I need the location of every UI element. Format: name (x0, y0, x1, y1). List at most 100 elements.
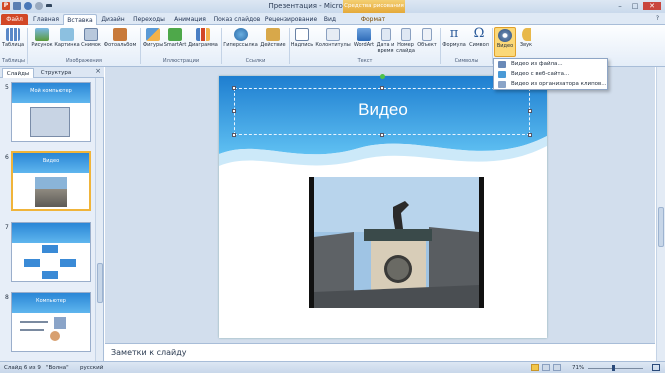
window-title: Презентация - Microsoft PowerPoint (268, 2, 397, 10)
tab-file[interactable]: Файл (1, 14, 28, 25)
photoalbum-button[interactable]: Фотоальбом (103, 27, 137, 57)
film-reel-icon (498, 29, 512, 42)
scrollbar-thumb[interactable] (658, 207, 664, 247)
photoalbum-icon (113, 28, 127, 41)
hyperlink-button[interactable]: Гиперссылка (223, 27, 258, 57)
tab-animations[interactable]: Анимация (170, 14, 210, 25)
notes-placeholder[interactable]: Заметки к слайду (111, 348, 186, 357)
reading-view-icon[interactable] (553, 364, 561, 371)
minimize-button[interactable]: – (613, 2, 627, 10)
shapes-button[interactable]: Фигуры (143, 27, 163, 57)
smartart-button[interactable]: SmartArt (164, 27, 186, 57)
headerfooter-label: Колонтитулы (315, 42, 351, 48)
picture-label: Рисунок (31, 42, 53, 48)
wordart-icon (357, 28, 371, 41)
zoom-slider-thumb[interactable] (612, 365, 615, 371)
datetime-button[interactable]: Дата и время (376, 27, 395, 57)
sorter-view-icon[interactable] (542, 364, 550, 371)
tab-slides[interactable]: Слайды (2, 68, 34, 78)
panel-tabs: Слайды Структура × (0, 67, 104, 78)
scrollbar-thumb[interactable] (97, 263, 103, 303)
resize-handle[interactable] (528, 109, 532, 113)
tab-slideshow[interactable]: Показ слайдов (213, 14, 261, 25)
tab-design[interactable]: Дизайн (99, 14, 127, 25)
group-label-links: Ссылки (245, 58, 266, 64)
thumb-header (12, 223, 90, 243)
video-button[interactable]: Видео (494, 27, 516, 57)
chart-label: Диаграмма (188, 42, 218, 48)
video-frame[interactable] (309, 177, 484, 308)
panel-scrollbar[interactable] (95, 78, 103, 361)
chart-button[interactable]: Диаграмма (187, 27, 219, 57)
slide-thumbnail-5[interactable]: Мой компьютер (11, 82, 91, 142)
zoom-slider[interactable] (588, 368, 643, 369)
slide-title[interactable]: Видео (219, 100, 547, 120)
picture-button[interactable]: Рисунок (30, 27, 54, 57)
tab-format[interactable]: Формат (355, 14, 391, 25)
close-button[interactable]: ✕ (643, 2, 661, 10)
audio-button[interactable]: Звук (517, 27, 535, 57)
normal-view-icon[interactable] (531, 364, 539, 371)
resize-handle[interactable] (380, 86, 384, 90)
editor-scrollbar[interactable] (656, 67, 665, 361)
tab-review[interactable]: Рецензирование (263, 14, 319, 25)
tab-home[interactable]: Главная (31, 14, 61, 25)
slide-number: 7 (5, 224, 9, 231)
headerfooter-icon (326, 28, 340, 41)
help-icon[interactable]: ? (656, 15, 659, 22)
wordart-button[interactable]: WordArt (352, 27, 376, 57)
slide-thumbnail-8[interactable]: Компьютер (11, 292, 91, 352)
clipart-video-icon (498, 81, 506, 88)
tab-insert[interactable]: Вставка (63, 14, 97, 25)
window-controls: – □ ✕ (613, 2, 661, 10)
thumb-diagram-box (24, 259, 40, 267)
table-button[interactable]: Таблица (2, 27, 24, 57)
video-dropdown-menu: Видео из файла... Видео с веб-сайта... В… (493, 58, 608, 90)
rotate-handle[interactable] (380, 74, 385, 79)
slide-thumbnail-6[interactable]: Видео (11, 151, 91, 211)
zoom-level[interactable]: 71% (572, 365, 584, 371)
smartart-icon (168, 28, 182, 41)
resize-handle[interactable] (380, 133, 384, 137)
thumb-diagram-box (42, 245, 58, 253)
slidenumber-button[interactable]: Номер слайда (395, 27, 416, 57)
tab-transitions[interactable]: Переходы (131, 14, 167, 25)
clipart-button[interactable]: Картинка (54, 27, 80, 57)
equation-button[interactable]: π Формула (442, 27, 466, 57)
slide-thumbnail-7[interactable] (11, 222, 91, 282)
menu-item-video-from-website[interactable]: Видео с веб-сайта... (494, 70, 607, 79)
action-button[interactable]: Действие (259, 27, 287, 57)
title-bar: P Презентация - Microsoft PowerPoint Сре… (0, 0, 665, 13)
menu-item-label: Видео с веб-сайта... (511, 71, 570, 77)
tab-outline[interactable]: Структура (36, 68, 76, 78)
resize-handle[interactable] (528, 133, 532, 137)
thumb-bullet-line (20, 329, 44, 331)
maximize-button[interactable]: □ (628, 2, 642, 10)
current-slide[interactable]: Видео (219, 74, 547, 338)
resize-handle[interactable] (232, 109, 236, 113)
textbox-button[interactable]: Надпись (290, 27, 314, 57)
slidenumber-label-2: слайда (396, 48, 415, 54)
notes-pane[interactable]: Заметки к слайду (105, 343, 655, 361)
object-button[interactable]: Объект (416, 27, 438, 57)
language-indicator[interactable]: русский (80, 365, 103, 371)
photoalbum-label: Фотоальбом (103, 42, 137, 48)
slides-panel: Слайды Структура × 5 Мой компьютер 6 Вид… (0, 67, 104, 361)
tab-view[interactable]: Вид (320, 14, 340, 25)
slide-number: 8 (5, 294, 9, 301)
headerfooter-button[interactable]: Колонтитулы (315, 27, 351, 57)
clipart-label: Картинка (54, 42, 80, 48)
symbol-button[interactable]: Ω Символ (467, 27, 491, 57)
menu-item-video-from-clipart[interactable]: Видео из организатора клипов... (494, 80, 607, 89)
snapshot-button[interactable]: Снимок (80, 27, 102, 57)
resize-handle[interactable] (232, 133, 236, 137)
object-icon (422, 28, 432, 41)
thumb-icon-image (54, 317, 66, 329)
resize-handle[interactable] (232, 86, 236, 90)
menu-item-video-from-file[interactable]: Видео из файла... (494, 60, 607, 69)
thumb-title: Мой компьютер (30, 88, 72, 94)
fit-window-icon[interactable] (652, 364, 660, 371)
audio-label: Звук (519, 42, 533, 48)
thumb-diagram-box (42, 271, 58, 279)
close-panel-icon[interactable]: × (95, 67, 101, 75)
